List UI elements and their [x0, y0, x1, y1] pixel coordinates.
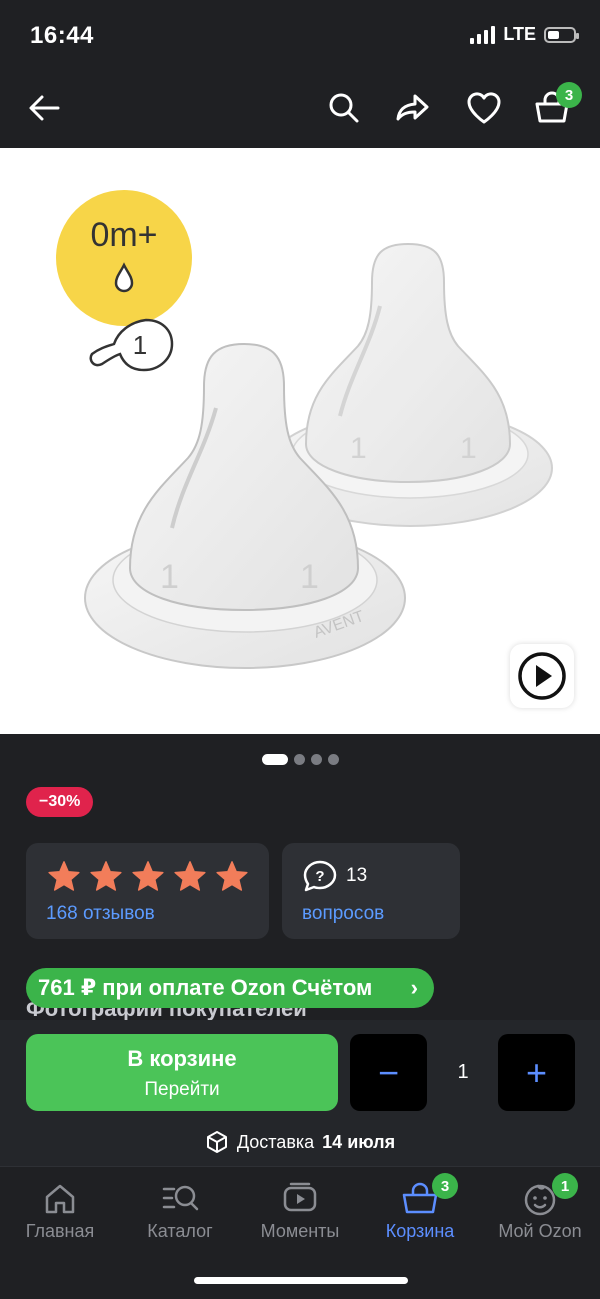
- nipple-mark: 1: [460, 432, 477, 465]
- star-icon: [48, 861, 80, 891]
- reviews-link[interactable]: 168 отзывов: [46, 903, 155, 925]
- questions-link[interactable]: вопросов: [302, 903, 384, 925]
- home-icon: [40, 1179, 80, 1219]
- play-icon: [518, 652, 566, 700]
- search-icon: [329, 93, 359, 123]
- in-cart-label: В корзине: [127, 1046, 237, 1071]
- delivery-prefix: Доставка: [236, 1131, 315, 1152]
- nipple-mark: 1: [350, 432, 367, 465]
- tab-catalog[interactable]: Каталог: [120, 1179, 240, 1259]
- favorite-button[interactable]: [460, 84, 508, 132]
- gallery-dot[interactable]: [310, 754, 322, 765]
- nipple-mark: 1: [300, 558, 319, 596]
- go-to-cart-label: Перейти: [144, 1079, 220, 1100]
- tab-catalog-label: Каталог: [147, 1221, 213, 1241]
- back-arrow-icon: [29, 95, 60, 121]
- my-ozon-tab-badge: 1: [552, 1173, 578, 1199]
- questions-card[interactable]: ? 13 вопросов: [282, 843, 460, 939]
- gallery-pagination[interactable]: [0, 754, 600, 765]
- star-icon: [174, 861, 206, 891]
- discount-badge: −30%: [26, 787, 94, 817]
- tab-my-ozon[interactable]: 1 Мой Ozon: [480, 1173, 600, 1259]
- share-button[interactable]: [389, 84, 437, 132]
- quantity-value: 1: [457, 1061, 469, 1083]
- nipple-mark: 1: [160, 558, 179, 596]
- gallery-dot[interactable]: [327, 754, 339, 765]
- play-video-button[interactable]: [510, 644, 574, 708]
- quantity-minus-button[interactable]: −: [350, 1034, 427, 1111]
- svg-text:?: ?: [315, 868, 324, 885]
- search-button[interactable]: [320, 84, 368, 132]
- catalog-search-icon: [160, 1179, 200, 1219]
- tab-cart-label: Корзина: [385, 1221, 455, 1241]
- star-icon: [216, 861, 248, 891]
- question-bubble-icon: ?: [303, 860, 337, 892]
- tab-moments-label: Моменты: [260, 1221, 340, 1241]
- back-button[interactable]: [20, 84, 68, 132]
- star-icon: [132, 861, 164, 891]
- in-cart-button[interactable]: В корзине Перейти: [26, 1034, 338, 1111]
- battery-icon: [544, 26, 579, 43]
- signal-icon: [470, 25, 496, 44]
- cart-count-badge: 3: [556, 82, 582, 108]
- gallery-dot[interactable]: [261, 754, 288, 765]
- status-bar: 16:44 LTE: [0, 0, 600, 72]
- delivery-info: Доставка 14 июля: [0, 1130, 600, 1154]
- quantity-plus-button[interactable]: +: [498, 1034, 575, 1111]
- box-icon: [206, 1131, 227, 1153]
- tab-cart[interactable]: 3 Корзина: [360, 1173, 480, 1259]
- heart-icon: [467, 92, 501, 124]
- purchase-bar: В корзине Перейти − 1 + Доставка 14 июля: [0, 1020, 600, 1166]
- home-indicator[interactable]: [194, 1277, 408, 1284]
- star-rating: [46, 859, 250, 893]
- tab-home[interactable]: Главная: [0, 1179, 120, 1259]
- ozon-offer-label: 761 ₽ при оплате Ozon Счётом: [38, 975, 373, 1000]
- star-icon: [90, 861, 122, 891]
- tab-home-label: Главная: [25, 1221, 95, 1241]
- network-type: LTE: [503, 24, 536, 44]
- product-image[interactable]: 0m+ 1 1 1 1 1 AVENT: [0, 148, 600, 734]
- pacifier-nipples-illustration: 1 1 1 1 AVENT: [84, 242, 553, 669]
- top-nav-bar: 3: [0, 72, 600, 148]
- tab-my-ozon-label: Мой Ozon: [498, 1221, 582, 1241]
- delivery-date: 14 июля: [322, 1131, 396, 1152]
- status-indicators: LTE: [470, 24, 579, 45]
- share-icon: [396, 94, 429, 121]
- chevron-right-icon: ›: [410, 975, 418, 1000]
- cart-button[interactable]: 3: [528, 82, 582, 132]
- status-time: 16:44: [30, 22, 94, 49]
- rating-card[interactable]: 168 отзывов: [26, 843, 269, 939]
- gallery-dot[interactable]: [293, 754, 305, 765]
- cart-tab-badge: 3: [432, 1173, 458, 1199]
- tab-moments[interactable]: Моменты: [240, 1179, 360, 1259]
- ozon-account-offer[interactable]: 761 ₽ при оплате Ozon Счётом ›: [26, 968, 434, 1008]
- video-icon: [280, 1179, 320, 1219]
- questions-count: 13: [346, 865, 368, 886]
